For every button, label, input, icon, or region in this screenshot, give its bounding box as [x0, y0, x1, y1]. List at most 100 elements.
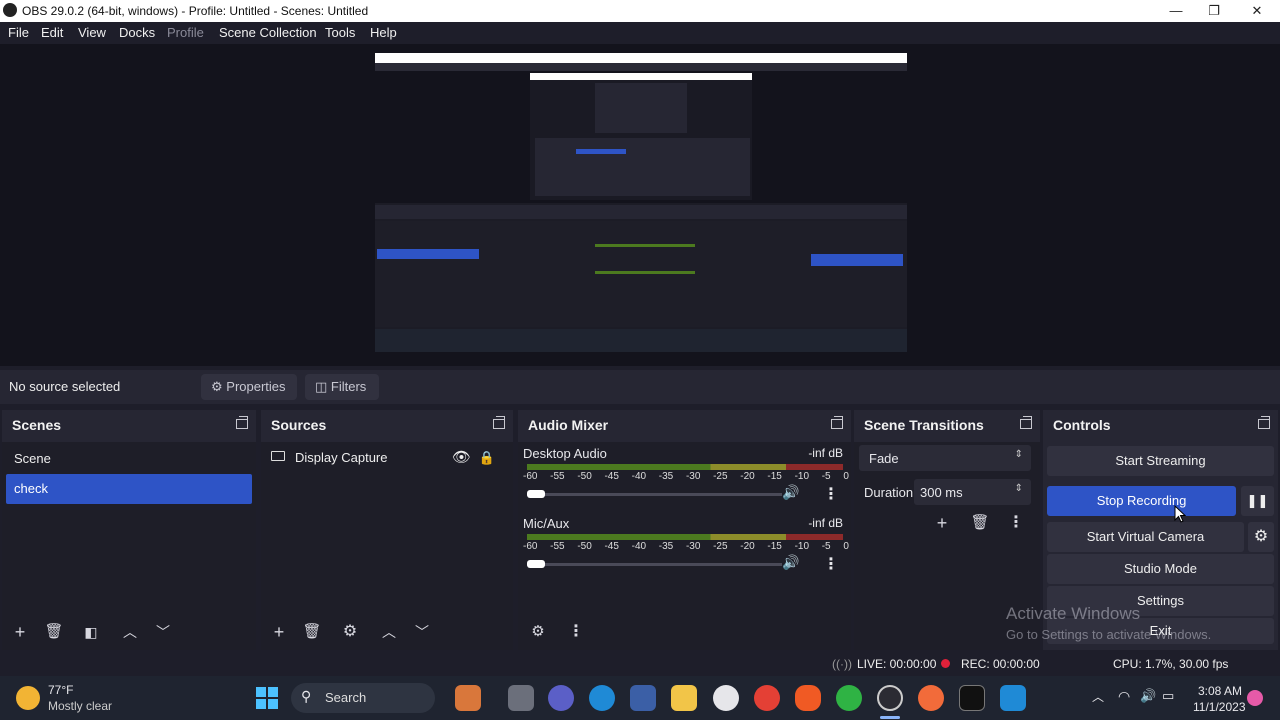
activate-windows-title: Activate Windows — [1006, 604, 1141, 623]
filters-button[interactable]: ◫ Filters — [305, 374, 379, 400]
lock-icon[interactable]: 🔒 — [479, 443, 495, 473]
mic-aux-meter — [527, 534, 843, 540]
audio-mixer-dock: Audio Mixer Desktop Audio -inf dB -60 -55… — [518, 410, 851, 650]
menu-file[interactable]: File — [8, 25, 29, 40]
add-transition-icon[interactable]: + — [929, 510, 955, 536]
menu-bar: File Edit View Docks Profile Scene Colle… — [0, 22, 1280, 44]
windows-start-icon[interactable] — [256, 687, 278, 709]
delete-scene-icon[interactable]: 🗑 — [41, 619, 67, 645]
activate-windows-subtitle: Go to Settings to activate Windows. — [1006, 627, 1212, 642]
mixer-menu-icon[interactable]: ⋮ — [563, 619, 589, 645]
studio-mode-button[interactable]: Studio Mode — [1047, 554, 1274, 584]
mic-aux-volume-slider[interactable] — [527, 560, 782, 568]
task-view-icon[interactable] — [508, 685, 534, 711]
start-virtual-camera-button[interactable]: Start Virtual Camera — [1047, 522, 1244, 552]
search-icon: ⚲ — [301, 688, 312, 704]
dock-float-icon[interactable] — [493, 416, 505, 429]
speaker-icon[interactable]: 🔊 — [782, 554, 799, 571]
menu-profile[interactable]: Profile — [167, 25, 204, 40]
chrome-icon[interactable] — [754, 685, 780, 711]
edge-icon[interactable] — [589, 685, 615, 711]
transition-menu-icon[interactable]: ⋮ — [1003, 510, 1029, 536]
menu-edit[interactable]: Edit — [41, 25, 63, 40]
vscode-icon[interactable] — [1000, 685, 1026, 711]
properties-button[interactable]: ⚙ Properties — [201, 374, 297, 400]
app-orange-icon[interactable] — [918, 685, 944, 711]
clock-time[interactable]: 3:08 AM — [1198, 684, 1242, 698]
move-up-icon[interactable]: ︿ — [117, 619, 143, 645]
menu-scene-collection[interactable]: Scene Collection — [219, 25, 317, 40]
windows-taskbar: 77°F Mostly clear ⚲ Search ︿ ◠ 🔊 ▭ 3:08 … — [0, 676, 1280, 720]
battery-icon[interactable]: ▭ — [1162, 688, 1174, 704]
menu-tools[interactable]: Tools — [325, 25, 355, 40]
wifi-icon[interactable]: ◠ — [1118, 688, 1130, 705]
whatsapp-icon[interactable] — [836, 685, 862, 711]
volume-slider-knob[interactable] — [527, 490, 545, 498]
scene-filters-icon[interactable]: ◧ — [78, 619, 104, 645]
scene-item-selected[interactable]: check — [6, 474, 252, 504]
scene-transitions-title: Scene Transitions — [864, 417, 984, 433]
delete-transition-icon[interactable]: 🗑 — [967, 510, 993, 536]
sources-dock: Sources Display Capture 👁 🔒 + 🗑 ⚙ ︿ ﹀ — [261, 410, 513, 650]
add-scene-icon[interactable]: + — [7, 619, 33, 645]
add-source-icon[interactable]: + — [266, 619, 292, 645]
dock-float-icon[interactable] — [831, 416, 843, 429]
start-streaming-button[interactable]: Start Streaming — [1047, 446, 1274, 476]
dock-float-icon[interactable] — [1020, 416, 1032, 429]
weather-moon-icon[interactable] — [16, 686, 40, 710]
menu-view[interactable]: View — [78, 25, 106, 40]
file-explorer-icon[interactable] — [671, 685, 697, 711]
source-item[interactable]: Display Capture 👁 🔒 — [265, 443, 509, 473]
record-dot-icon — [941, 659, 950, 668]
scene-item[interactable]: Scene — [6, 444, 252, 474]
preview-area[interactable] — [0, 44, 1280, 366]
advanced-audio-gear-icon[interactable]: ⚙ — [525, 619, 551, 645]
scenes-dock: Scenes Scene check + 🗑 ◧ ︿ ﹀ — [2, 410, 256, 650]
dock-float-icon[interactable] — [1258, 416, 1270, 429]
clock-date[interactable]: 11/1/2023 — [1193, 700, 1246, 714]
move-down-icon[interactable]: ﹀ — [150, 619, 176, 645]
dock-float-icon[interactable] — [236, 416, 248, 429]
menu-help[interactable]: Help — [370, 25, 397, 40]
eye-icon[interactable]: 👁 — [452, 443, 471, 473]
more-options-icon[interactable]: ⋮ — [823, 484, 839, 504]
transition-select[interactable]: Fade ⇕ — [859, 445, 1031, 471]
close-button[interactable]: ✕ — [1243, 2, 1271, 20]
maximize-button[interactable]: ❐ — [1200, 2, 1228, 20]
app-icon[interactable] — [713, 685, 739, 711]
delete-source-icon[interactable]: 🗑 — [299, 619, 325, 645]
store-icon[interactable] — [630, 685, 656, 711]
move-down-icon[interactable]: ﹀ — [409, 619, 435, 645]
virtual-camera-settings-button[interactable]: ⚙ — [1248, 522, 1274, 552]
weather-desc[interactable]: Mostly clear — [48, 699, 112, 713]
volume-icon[interactable]: 🔊 — [1140, 688, 1156, 704]
move-up-icon[interactable]: ︿ — [376, 619, 402, 645]
monitor-icon — [271, 451, 285, 461]
obs-taskbar-icon[interactable] — [877, 685, 903, 711]
duration-spinbox[interactable]: 300 ms ⇕ — [914, 479, 1031, 505]
cpu-fps-readout: CPU: 1.7%, 30.00 fps — [1113, 657, 1229, 671]
obs-app-icon — [3, 3, 17, 17]
search-highlight-icon[interactable] — [455, 685, 481, 711]
weather-temp[interactable]: 77°F — [48, 683, 73, 697]
desktop-audio-label: Desktop Audio — [523, 446, 607, 461]
volume-slider-knob[interactable] — [527, 560, 545, 568]
terminal-icon[interactable] — [959, 685, 985, 711]
minimize-button[interactable]: — — [1162, 2, 1190, 20]
notification-badge-icon[interactable] — [1247, 690, 1263, 706]
program-preview[interactable] — [375, 53, 907, 352]
tray-chevron-icon[interactable]: ︿ — [1092, 688, 1104, 705]
source-properties-gear-icon[interactable]: ⚙ — [337, 619, 363, 645]
teams-chat-icon[interactable] — [548, 685, 574, 711]
mic-aux-ticks: -60 -55 -50 -45 -40 -35 -30 -25 -20 -15 -10 -5 0 — [523, 541, 849, 552]
sources-title: Sources — [271, 417, 327, 433]
stop-recording-button[interactable]: Stop Recording — [1047, 486, 1236, 516]
desktop-audio-volume-slider[interactable] — [527, 490, 782, 498]
speaker-icon[interactable]: 🔊 — [782, 484, 799, 501]
pause-recording-button[interactable]: ❚❚ — [1241, 486, 1274, 516]
desktop-audio-ticks: -60 -55 -50 -45 -40 -35 -30 -25 -20 -15 -10 -5 0 — [523, 471, 849, 482]
taskbar-search-box[interactable]: ⚲ Search — [291, 683, 435, 713]
more-options-icon[interactable]: ⋮ — [823, 554, 839, 574]
menu-docks[interactable]: Docks — [119, 25, 155, 40]
brave-icon[interactable] — [795, 685, 821, 711]
